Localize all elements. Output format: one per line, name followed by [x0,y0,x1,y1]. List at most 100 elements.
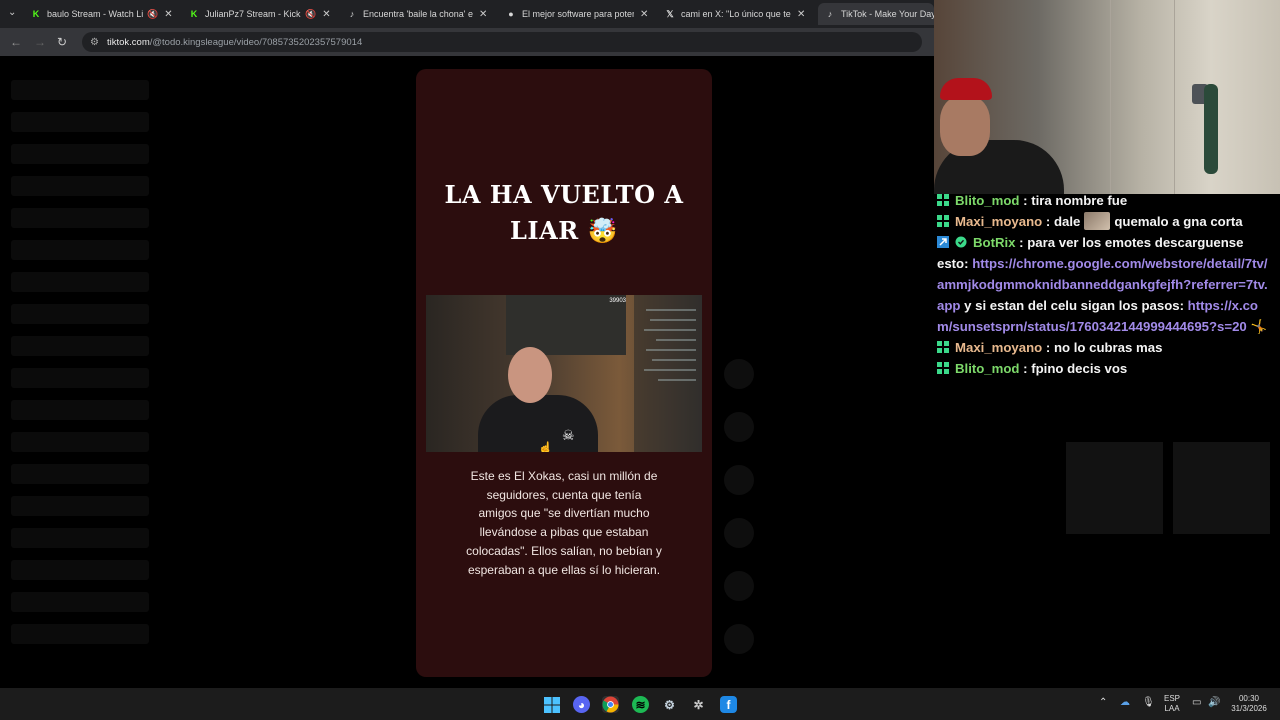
url-host: tiktok.com [106,36,150,48]
chat-message: Maxi_moyano : dale quemalo a gna corta [937,211,1273,232]
sidebar-placeholder [11,272,149,292]
red-cap [940,78,992,100]
chat-message: Blito_mod : fpino decis vos [937,358,1273,379]
chat-username[interactable]: BotRix [973,235,1016,250]
embedded-chat-line [646,309,696,311]
github-logo-icon: ● [508,9,514,19]
x-logo-icon: 𝕏 [666,8,674,19]
windows-start-icon[interactable] [543,696,560,713]
embedded-chat-line [650,319,696,321]
tab-julianpz7[interactable]: K JulianPz7 Stream - Kick Da 🔇 ✕ [188,3,336,25]
back-arrow-icon[interactable]: ← [10,35,22,49]
share-button[interactable] [724,518,754,548]
tab-baile-la-chona[interactable]: ♪ Encuentra 'baile la chona' en Ti ✕ [346,3,496,25]
chat-text: : fpino decis vos [1023,361,1128,376]
embedded-chat-line [644,369,696,371]
chat-overlay: Blito_mod : tira nombre fue Maxi_moyano … [937,190,1273,379]
embedded-chat-line [658,379,696,381]
kick-badge-icon [937,212,949,227]
tiktok-logo-icon: ♪ [349,9,355,19]
more-button[interactable] [724,571,754,601]
video-caption: Este es El Xokas, casi un millón de segu… [466,469,662,577]
network-icon[interactable]: ▭ [1192,698,1201,708]
tab-title: cami en X: "Lo único que teng [681,9,791,19]
language-code: ESP [1163,694,1180,703]
chat-username[interactable]: Maxi_moyano [955,340,1042,355]
kick-badge-icon [937,338,949,353]
sidebar-placeholder [11,496,149,516]
streamer-webcam [934,0,1280,194]
video-title-line1: LA HA VUELTO A [444,180,684,209]
like-button[interactable] [724,359,754,389]
tab-title: JulianPz7 Stream - Kick Da [205,9,301,19]
favorite-button[interactable] [724,465,754,495]
discord-icon[interactable]: ◕ [573,696,590,713]
verified-badge-icon [955,233,967,248]
tab-baulo[interactable]: K baulo Stream - Watch Live on 🔇 ✕ [30,3,180,25]
sidebar-placeholder [11,624,149,644]
tab-cami-x[interactable]: 𝕏 cami en X: "Lo único que teng ✕ [664,3,812,25]
wardrobe-edge [1110,0,1111,194]
video-title-overlay: LA HA VUELTO A LIAR 🤯 [416,177,712,249]
chevron-up-icon[interactable]: ⌃ [1099,698,1107,708]
app-icon[interactable]: f [720,696,737,713]
close-tab-icon[interactable]: ✕ [479,9,487,20]
tiktok-logo-icon: ♪ [827,9,833,19]
chat-username[interactable]: Blito_mod [955,193,1019,208]
overlay-placeholder [1066,442,1163,534]
spotify-icon[interactable]: ≋ [632,696,649,713]
sidebar-placeholder [11,560,149,580]
microphone-icon[interactable]: 🎙 [1142,698,1155,708]
chat-username[interactable]: Blito_mod [955,361,1019,376]
video-player[interactable]: LA HA VUELTO A LIAR 🤯 39903 ☠ ☝ Este es … [416,69,712,677]
wardrobe-edge [1174,0,1175,194]
scroll-down-button[interactable] [724,624,754,654]
close-tab-icon[interactable]: ✕ [797,9,805,20]
mouse-cursor-icon: ☝ [538,441,553,452]
cloud-icon[interactable]: ☁ [1120,698,1130,708]
sidebar-placeholder [11,208,149,228]
chrome-icon[interactable] [602,696,619,713]
overlay-placeholder [1173,442,1270,534]
muted-speaker-icon[interactable]: 🔇 [305,9,316,20]
chat-text: : no lo cubras mas [1045,340,1163,355]
chat-message: Maxi_moyano : no lo cubras mas [937,337,1273,358]
muted-speaker-icon[interactable]: 🔇 [147,9,158,20]
tab-title: baulo Stream - Watch Live on [47,9,143,19]
tab-title: TikTok - Make Your Day [841,9,934,19]
comment-button[interactable] [724,412,754,442]
close-tab-icon[interactable]: ✕ [164,9,172,20]
video-title-line2: LIAR 🤯 [510,216,618,245]
embedded-viewer-count: 39903 [609,298,626,304]
kick-logo-icon: K [190,9,198,19]
tiktok-page: LA HA VUELTO A LIAR 🤯 39903 ☠ ☝ Este es … [0,56,934,688]
close-tab-icon[interactable]: ✕ [322,9,330,20]
skull-crossbones-icon: ☠ [562,427,575,443]
reload-icon[interactable]: ↻ [57,35,67,49]
sidebar-placeholder [11,80,149,100]
kick-badge-icon [937,359,949,374]
tab-tiktok-active[interactable]: ♪ TikTok - Make Your Day [818,3,934,25]
language-indicator[interactable]: ESP LAA [1160,694,1184,714]
streamer-face [508,347,552,403]
sidebar-placeholder [11,592,149,612]
sidebar-placeholder [11,304,149,324]
app-icon[interactable]: ✲ [690,696,707,713]
volume-icon[interactable]: 🔊 [1208,698,1220,708]
forward-arrow-icon[interactable]: → [34,35,46,49]
emote-image-icon [1084,212,1111,230]
address-bar[interactable]: ⚙ tiktok.com /@todo.kingsleague/video/70… [82,32,922,52]
steam-icon[interactable]: ⚙ [661,696,678,713]
clock[interactable]: 00:30 31/3/2026 [1224,694,1274,714]
tab-search-icon[interactable]: ⌄ [8,7,16,18]
tab-title: El mejor software para potencia [522,9,634,19]
tab-software[interactable]: ● El mejor software para potencia ✕ [505,3,655,25]
chat-username[interactable]: Maxi_moyano [955,214,1042,229]
site-info-icon[interactable]: ⚙ [90,37,99,48]
chat-text: : dale [1045,214,1081,229]
chat-text: quemalo a gna corta [1114,214,1243,229]
close-tab-icon[interactable]: ✕ [640,9,648,20]
chat-message: BotRix : para ver los emotes descarguens… [937,232,1273,337]
clock-date: 31/3/2026 [1231,704,1267,713]
sidebar-placeholder [11,528,149,548]
